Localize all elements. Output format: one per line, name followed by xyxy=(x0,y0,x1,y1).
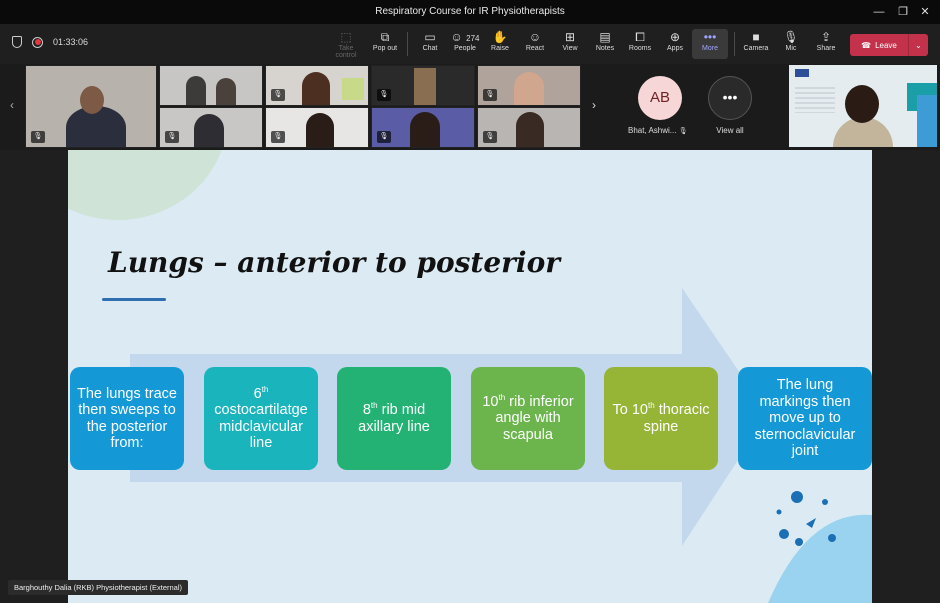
decor-dot xyxy=(791,491,803,503)
decor-dot xyxy=(822,499,828,505)
window-title-bar: Respiratory Course for IR Physiotherapis… xyxy=(0,0,940,24)
person-silhouette xyxy=(410,112,440,147)
person-silhouette xyxy=(194,114,224,147)
camera-button[interactable]: ■ Camera xyxy=(738,29,774,59)
person-head xyxy=(80,86,104,114)
people-count: 274 xyxy=(466,34,480,43)
mic-muted-icon: 🎙 xyxy=(31,131,45,143)
toolbar-divider xyxy=(407,32,408,56)
step-box: To 10th thoracic spine xyxy=(604,367,718,470)
shared-content-area: Lungs – anterior to posterior The lungs … xyxy=(0,150,940,603)
person-silhouette xyxy=(514,72,544,105)
mic-button[interactable]: 🎙 Mic xyxy=(773,29,809,59)
step-box: 10th rib inferior angle with scapula xyxy=(471,367,585,470)
participant-video[interactable]: 🎙 xyxy=(477,65,581,106)
step-box: The lung markings then move up to sterno… xyxy=(738,367,872,470)
mic-muted-icon: 🎙 xyxy=(377,89,391,101)
raise-hand-button[interactable]: ✋ Raise xyxy=(482,29,518,59)
chevron-right-icon[interactable]: › xyxy=(586,64,602,146)
mic-muted-icon: 🎙 xyxy=(783,30,799,44)
close-icon[interactable]: ✕ xyxy=(910,0,940,24)
smiley-icon: ☺ xyxy=(528,30,542,44)
person-silhouette xyxy=(186,76,206,105)
chevron-left-icon[interactable]: ‹ xyxy=(4,64,20,146)
rooms-icon: ⧠ xyxy=(635,30,645,44)
people-button[interactable]: ☺ 274 People xyxy=(447,29,483,59)
person-head xyxy=(845,85,879,123)
participant-video[interactable]: 🎙 xyxy=(371,107,475,148)
mic-muted-icon: 🎙 xyxy=(377,131,391,143)
ellipsis-icon: ••• xyxy=(703,30,717,44)
window-title: Respiratory Course for IR Physiotherapis… xyxy=(375,6,565,17)
notes-icon: ▤ xyxy=(599,30,611,44)
mic-muted-icon: 🎙 xyxy=(483,131,497,143)
step-box: The lungs trace then sweeps to the poste… xyxy=(70,367,184,470)
decor-dot xyxy=(828,534,836,542)
decor-dot xyxy=(779,529,789,539)
pop-out-icon: ⧉ xyxy=(380,30,390,44)
share-icon: ⇪ xyxy=(820,30,832,44)
person-silhouette xyxy=(414,68,436,105)
hand-icon: ✋ xyxy=(492,30,508,44)
person-silhouette xyxy=(306,113,334,147)
shield-icon xyxy=(12,36,22,48)
step-box: 6th costocartilatge midclavicular line xyxy=(204,367,318,470)
chevron-down-icon[interactable]: ⌄ xyxy=(908,34,928,56)
react-button[interactable]: ☺ React xyxy=(517,29,553,59)
step-box: 8th rib mid axillary line xyxy=(337,367,451,470)
presenter-video[interactable] xyxy=(789,65,937,147)
apps-button[interactable]: ⊕ Apps xyxy=(657,29,693,59)
person-silhouette xyxy=(216,78,236,105)
view-all-label: View all xyxy=(716,126,744,135)
avatar[interactable]: AB xyxy=(638,76,682,120)
phone-hangup-icon: ☎ xyxy=(861,40,872,50)
notes-button[interactable]: ▤ Notes xyxy=(587,29,623,59)
camera-icon: ■ xyxy=(752,30,760,44)
participant-video[interactable]: 🎙 xyxy=(265,107,369,148)
decor-dot xyxy=(795,538,803,546)
participant-video[interactable]: 🎙 xyxy=(265,65,369,106)
participant-video[interactable]: 🎙 xyxy=(477,107,581,148)
participant-name: Bhat, Ashwi... 🎙 xyxy=(628,126,688,135)
poster xyxy=(342,78,364,100)
more-button[interactable]: ••• More xyxy=(692,29,728,59)
recording-icon xyxy=(32,36,43,48)
participant-video[interactable]: 🎙 xyxy=(25,65,157,148)
view-button[interactable]: ⊞ View xyxy=(552,29,588,59)
take-control-button[interactable]: ⬚ Take control xyxy=(328,29,364,59)
mic-muted-icon: 🎙 xyxy=(271,131,285,143)
mic-muted-icon: 🎙 xyxy=(271,89,285,101)
grid-icon: ⊞ xyxy=(564,30,576,44)
rooms-button[interactable]: ⧠ Rooms xyxy=(622,29,658,59)
presenter-name-caption: Barghouthy Dalia (RKB) Physiotherapist (… xyxy=(8,580,188,595)
mic-muted-icon: 🎙 xyxy=(165,131,179,143)
meeting-timer: 01:33:06 xyxy=(53,37,89,47)
pop-out-button[interactable]: ⧉ Pop out xyxy=(367,29,403,59)
participant-video[interactable] xyxy=(159,65,263,106)
chat-icon: ▭ xyxy=(424,30,436,44)
decor-dot xyxy=(806,518,816,528)
take-control-icon: ⬚ xyxy=(340,30,352,44)
leave-button[interactable]: ☎ Leave ⌄ xyxy=(850,34,928,56)
logo-badge xyxy=(795,69,809,77)
meeting-toolbar: 01:33:06 ⬚ Take control ⧉ Pop out ▭ Chat… xyxy=(0,24,940,64)
view-all-button[interactable]: ••• xyxy=(708,76,752,120)
share-button[interactable]: ⇪ Share xyxy=(808,29,844,59)
person-silhouette xyxy=(302,72,330,105)
mic-muted-icon: 🎙 xyxy=(678,128,688,135)
chat-button[interactable]: ▭ Chat xyxy=(412,29,448,59)
participant-video[interactable]: 🎙 xyxy=(159,107,263,148)
slide-thumbnail xyxy=(795,87,835,113)
decor-wave xyxy=(768,514,872,603)
people-icon: ☺ xyxy=(450,30,463,44)
mic-muted-icon: 🎙 xyxy=(483,89,497,101)
shared-slide: Lungs – anterior to posterior The lungs … xyxy=(68,150,872,603)
decor-shape xyxy=(917,95,937,147)
participant-video[interactable]: 🎙 xyxy=(371,65,475,106)
participant-strip: ‹ 🎙 🎙 🎙 🎙 🎙 🎙 🎙 🎙 › AB Bhat, Ashwi... 🎙 … xyxy=(0,64,940,150)
decor-dot xyxy=(776,509,782,515)
person-silhouette xyxy=(516,112,544,147)
toolbar-divider xyxy=(734,32,735,56)
plus-icon: ⊕ xyxy=(669,30,681,44)
